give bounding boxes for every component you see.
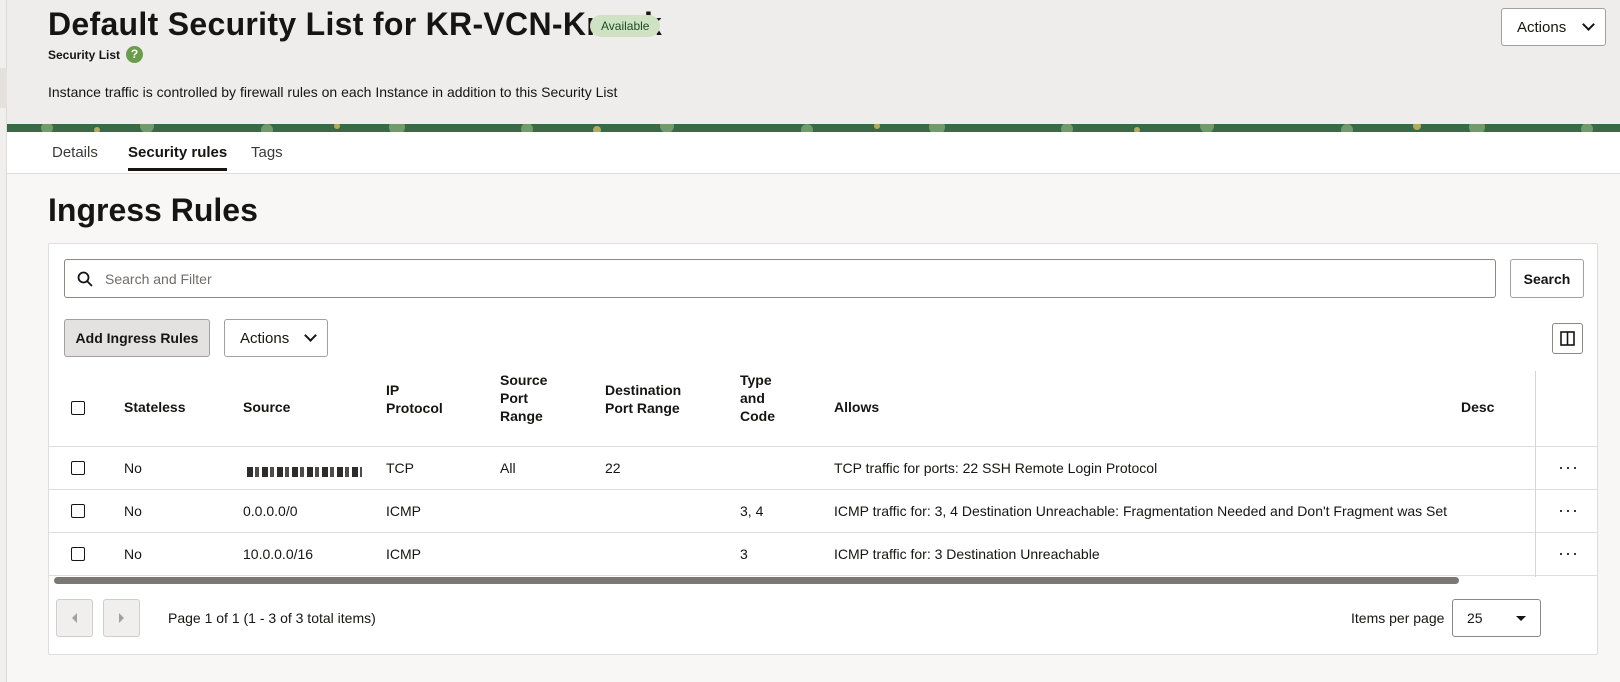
col-source[interactable]: Source <box>243 398 290 416</box>
table-row: No 10.0.0.0/16 ICMP 3 ICMP traffic for: … <box>49 533 1597 576</box>
col-source-port-range[interactable]: Source Port Range <box>500 371 547 425</box>
section-title: Ingress Rules <box>48 192 258 228</box>
chevron-right-icon <box>119 613 124 623</box>
cell-source: 0.0.0.0/0 <box>243 503 298 519</box>
search-box[interactable] <box>64 259 1496 298</box>
resource-type: Security List ? <box>48 46 144 63</box>
col-source-port-line2: Port <box>500 390 528 406</box>
horizontal-scrollbar[interactable] <box>54 577 1459 584</box>
cell-protocol: ICMP <box>386 546 421 562</box>
chevron-down-icon <box>304 329 317 342</box>
cell-source-masked <box>247 463 362 479</box>
table-actions-button[interactable]: Actions <box>224 319 328 357</box>
cell-destination-port: 22 <box>605 460 621 476</box>
header-actions-button[interactable]: Actions <box>1501 8 1606 46</box>
cell-source: 10.0.0.0/16 <box>243 546 314 562</box>
cell-allows: TCP traffic for ports: 22 SSH Remote Log… <box>834 460 1158 476</box>
page-title: Default Security List for KR-VCN-Knock <box>48 6 663 42</box>
cell-type-code: 3 <box>740 546 748 562</box>
page-header: Default Security List for KR-VCN-Knock A… <box>7 0 1620 124</box>
row-checkbox[interactable] <box>71 547 85 561</box>
cell-stateless: No <box>124 503 142 519</box>
tab-security-rules[interactable]: Security rules <box>128 144 228 171</box>
header-actions-label: Actions <box>1517 18 1567 36</box>
select-all-checkbox[interactable] <box>71 401 85 415</box>
row-checkbox[interactable] <box>71 461 85 475</box>
cell-type-code: 3, 4 <box>740 503 764 519</box>
resource-type-label: Security List <box>48 47 121 62</box>
col-dest-port-line1: Destination <box>605 382 682 398</box>
cell-stateless: No <box>124 546 142 562</box>
table-row: No 0.0.0.0/0 ICMP 3, 4 ICMP traffic for:… <box>49 490 1597 533</box>
col-type-line2: and <box>740 390 765 406</box>
col-description[interactable]: Desc <box>1461 398 1494 416</box>
tab-tags[interactable]: Tags <box>251 144 283 171</box>
col-ip-protocol-line2: Protocol <box>386 400 443 416</box>
table-row: No TCP All 22 TCP traffic for ports: 22 … <box>49 447 1597 490</box>
table-actions-label: Actions <box>240 329 290 347</box>
search-input[interactable] <box>105 270 1485 287</box>
table-header: Stateless Source IP Protocol Source Port… <box>49 372 1597 447</box>
cell-allows: ICMP traffic for: 3, 4 Destination Unrea… <box>834 503 1448 519</box>
col-ip-protocol-line1: IP <box>386 382 400 398</box>
columns-icon <box>1560 331 1575 346</box>
pagination-info: Page 1 of 1 (1 - 3 of 3 total items) <box>168 610 376 626</box>
col-source-port-line1: Source <box>500 372 548 388</box>
redacted-ip <box>247 467 362 478</box>
help-icon[interactable]: ? <box>126 46 144 63</box>
cell-allows: ICMP traffic for: 3 Destination Unreacha… <box>834 546 1100 562</box>
tab-bar: Details Security rules Tags <box>7 132 1620 174</box>
status-badge: Available <box>590 15 661 37</box>
cell-stateless: No <box>124 460 142 476</box>
chevron-down-icon <box>1582 18 1595 31</box>
chevron-left-icon <box>72 613 77 623</box>
items-per-page-value: 25 <box>1467 610 1483 626</box>
items-per-page-label: Items per page <box>1351 610 1445 626</box>
cell-source-port: All <box>500 460 516 476</box>
col-type-line3: Code <box>740 408 775 424</box>
cell-protocol: TCP <box>386 460 414 476</box>
caret-down-icon <box>1516 615 1526 621</box>
tab-details[interactable]: Details <box>52 144 98 171</box>
col-source-port-line3: Range <box>500 408 543 424</box>
column-toggle-button[interactable] <box>1552 323 1583 354</box>
sticky-column-divider <box>1535 371 1536 577</box>
col-ip-protocol[interactable]: IP Protocol <box>386 381 443 417</box>
rail-notch <box>0 68 7 108</box>
col-destination-port-range[interactable]: Destination Port Range <box>605 381 681 417</box>
search-icon <box>77 271 93 286</box>
col-allows[interactable]: Allows <box>834 398 879 416</box>
ingress-rules-panel: Search Add Ingress Rules Actions Statele… <box>48 243 1598 655</box>
col-type-and-code[interactable]: Type and Code <box>740 371 775 425</box>
items-per-page-select[interactable]: 25 <box>1452 599 1541 637</box>
left-rail <box>0 0 7 682</box>
next-page-button[interactable] <box>103 599 140 637</box>
row-actions-icon[interactable]: ··· <box>1558 544 1579 562</box>
info-text: Instance traffic is controlled by firewa… <box>48 84 618 100</box>
search-button[interactable]: Search <box>1510 259 1584 298</box>
row-actions-icon[interactable]: ··· <box>1558 458 1579 476</box>
decorative-banner <box>7 124 1620 132</box>
col-type-line1: Type <box>740 372 772 388</box>
cell-protocol: ICMP <box>386 503 421 519</box>
add-ingress-rules-button[interactable]: Add Ingress Rules <box>64 319 210 357</box>
col-dest-port-line2: Port Range <box>605 400 680 416</box>
row-checkbox[interactable] <box>71 504 85 518</box>
row-actions-icon[interactable]: ··· <box>1558 501 1579 519</box>
col-stateless[interactable]: Stateless <box>124 398 185 416</box>
previous-page-button[interactable] <box>56 599 93 637</box>
